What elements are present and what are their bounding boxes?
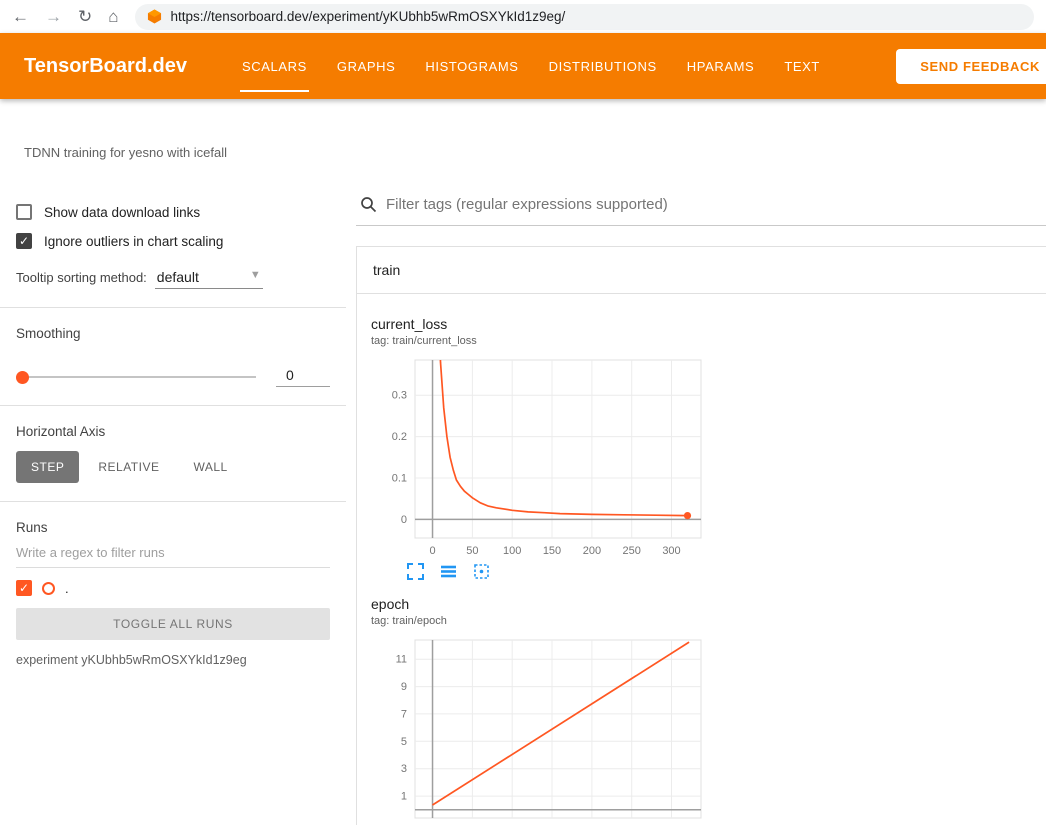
line-chart[interactable]: 0 0.1 0.2 0.3 0 50 100 150 200 250 300 [371, 355, 707, 561]
experiment-id-label: experiment yKUbhb5wRmOSXYkId1z9eg [16, 653, 330, 667]
smoothing-slider-row: 0 [16, 367, 330, 387]
app-header: TensorBoard.dev SCALARS GRAPHS HISTOGRAM… [0, 33, 1046, 99]
runs-regex-input[interactable] [16, 535, 330, 568]
experiment-description: TDNN training for yesno with icefall [24, 145, 1046, 160]
svg-text:0: 0 [429, 545, 435, 557]
axis-step-button[interactable]: STEP [16, 451, 79, 483]
divider [0, 405, 346, 406]
tooltip-sorting-dropdown[interactable]: default ▼ [155, 267, 263, 289]
axis-relative-button[interactable]: RELATIVE [83, 451, 174, 483]
svg-text:7: 7 [401, 708, 407, 720]
nav-tabs: SCALARS GRAPHS HISTOGRAMS DISTRIBUTIONS … [227, 33, 835, 99]
chart-epoch: epoch tag: train/epoch 13579110501001502… [363, 584, 707, 825]
svg-text:0: 0 [401, 514, 407, 526]
search-icon [360, 196, 377, 213]
chart-toolbar [407, 563, 705, 580]
address-bar[interactable]: https://tensorboard.dev/experiment/yKUbh… [135, 4, 1034, 30]
home-icon[interactable]: ⌂ [108, 8, 118, 25]
smoothing-slider[interactable] [16, 376, 256, 378]
tooltip-sorting-value: default [157, 269, 199, 285]
run-name: . [65, 581, 69, 596]
tooltip-sorting-label: Tooltip sorting method: [16, 270, 147, 285]
smoothing-label: Smoothing [16, 326, 330, 341]
url-text: https://tensorboard.dev/experiment/yKUbh… [171, 9, 566, 24]
axis-wall-button[interactable]: WALL [178, 451, 242, 483]
reload-icon[interactable]: ↻ [78, 8, 92, 25]
runs-label: Runs [16, 520, 330, 535]
smoothing-slider-thumb[interactable] [16, 371, 29, 384]
tab-text[interactable]: TEXT [769, 33, 835, 99]
chart-current-loss: current_loss tag: train/current_loss 0 0.… [363, 304, 707, 584]
tensorboard-favicon [147, 9, 162, 24]
settings-sidebar: Show data download links ✓ Ignore outlie… [0, 180, 346, 825]
ignore-outliers-label: Ignore outliers in chart scaling [44, 234, 223, 249]
horizontal-axis-label: Horizontal Axis [16, 424, 330, 439]
svg-text:50: 50 [466, 545, 478, 557]
back-icon[interactable]: ← [12, 8, 29, 25]
svg-text:5: 5 [401, 736, 407, 748]
svg-text:150: 150 [543, 545, 561, 557]
fit-domain-icon[interactable] [473, 563, 490, 580]
chevron-down-icon: ▼ [250, 269, 261, 285]
run-checkbox[interactable]: ✓ [16, 580, 32, 596]
show-download-links-checkbox[interactable] [16, 204, 32, 220]
tag-group-header[interactable]: train [357, 247, 1046, 294]
svg-text:300: 300 [662, 545, 680, 557]
show-download-links-checkbox-row[interactable]: Show data download links [16, 204, 330, 220]
show-download-links-label: Show data download links [44, 205, 200, 220]
svg-text:9: 9 [401, 681, 407, 693]
line-chart[interactable]: 1357911050100150200250300 [371, 635, 707, 825]
forward-icon[interactable]: → [45, 8, 62, 25]
horizontal-axis-buttons: STEP RELATIVE WALL [16, 451, 330, 483]
svg-text:3: 3 [401, 763, 407, 775]
tab-hparams[interactable]: HPARAMS [672, 33, 770, 99]
charts-grid: current_loss tag: train/current_loss 0 0.… [357, 294, 1046, 825]
svg-text:100: 100 [503, 545, 521, 557]
divider [0, 307, 346, 308]
svg-text:0.3: 0.3 [392, 390, 407, 402]
tag-group-card: train current_loss tag: train/current_lo… [356, 246, 1046, 825]
chart-title: current_loss [371, 316, 705, 332]
svg-text:1: 1 [401, 791, 407, 803]
divider [0, 501, 346, 502]
chart-tag: tag: train/epoch [371, 615, 705, 627]
tab-distributions[interactable]: DISTRIBUTIONS [534, 33, 672, 99]
smoothing-value[interactable]: 0 [276, 367, 330, 387]
chart-tag: tag: train/current_loss [371, 335, 705, 347]
tab-scalars[interactable]: SCALARS [227, 33, 322, 99]
tab-graphs[interactable]: GRAPHS [322, 33, 411, 99]
toggle-all-runs-button[interactable]: TOGGLE ALL RUNS [16, 608, 330, 640]
data-table-icon[interactable] [440, 563, 457, 580]
content: Show data download links ✓ Ignore outlie… [0, 180, 1046, 825]
svg-text:250: 250 [623, 545, 641, 557]
app-logo[interactable]: TensorBoard.dev [24, 55, 187, 78]
svg-text:200: 200 [583, 545, 601, 557]
browser-toolbar: ← → ↻ ⌂ https://tensorboard.dev/experime… [0, 0, 1046, 33]
main-panel: train current_loss tag: train/current_lo… [346, 180, 1046, 825]
svg-text:11: 11 [396, 654, 407, 666]
tag-filter-input[interactable] [386, 196, 1042, 213]
tab-histograms[interactable]: HISTOGRAMS [410, 33, 533, 99]
run-color-swatch [42, 582, 55, 595]
tooltip-sorting-row: Tooltip sorting method: default ▼ [16, 267, 330, 289]
chart-title: epoch [371, 596, 705, 612]
expand-icon[interactable] [407, 563, 424, 580]
page: ← → ↻ ⌂ https://tensorboard.dev/experime… [0, 0, 1046, 825]
ignore-outliers-checkbox-row[interactable]: ✓ Ignore outliers in chart scaling [16, 233, 330, 249]
send-feedback-button[interactable]: SEND FEEDBACK [896, 49, 1046, 84]
tag-filter-row [356, 186, 1046, 226]
svg-text:0.2: 0.2 [392, 431, 407, 443]
experiment-subheader: TDNN training for yesno with icefall [0, 99, 1046, 180]
run-row[interactable]: ✓ . [16, 580, 330, 596]
svg-text:0.1: 0.1 [392, 473, 407, 485]
ignore-outliers-checkbox[interactable]: ✓ [16, 233, 32, 249]
